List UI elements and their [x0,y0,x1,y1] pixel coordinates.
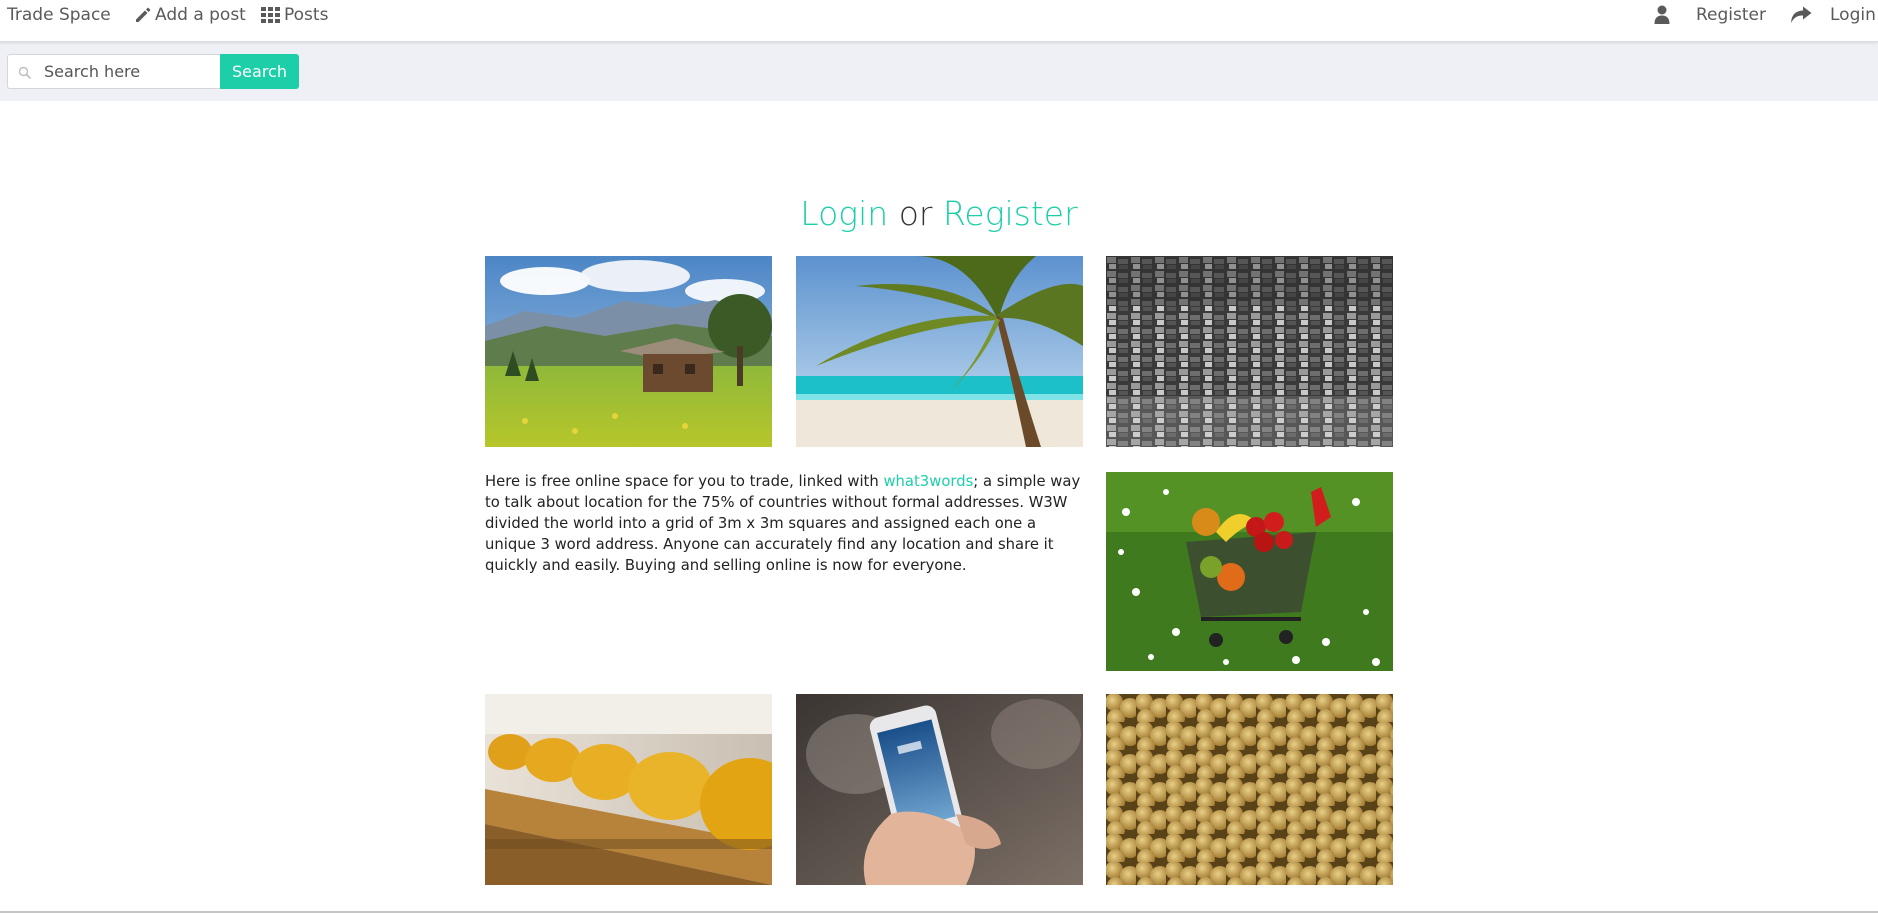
what3words-link[interactable]: what3words [883,473,973,490]
posts-label: Posts [284,5,329,25]
fruit-cart-photo [1106,472,1393,671]
site-description: Here is free online space for you to tra… [485,471,1083,576]
description-text-start: Here is free online space for you to tra… [485,473,884,490]
search-input[interactable] [44,55,216,88]
grid-icon [261,6,284,24]
top-navbar: Trade Space Add a post Posts Register Lo… [0,0,1878,42]
pencil-icon [134,6,155,24]
add-post-link[interactable]: Add a post [134,0,246,30]
share-arrow-icon [1790,6,1830,24]
register-link[interactable]: Register [1654,0,1766,30]
search-icon [18,65,32,84]
register-label: Register [1696,5,1766,25]
cheese-wheels-photo [485,694,772,885]
login-label: Login [1830,5,1876,25]
auth-heading: Login or Register [0,191,1878,237]
coins-pile-photo [1106,694,1393,885]
smartphone-hand-photo [796,694,1083,885]
heading-login-link[interactable]: Login [800,194,888,233]
city-hillside-photo [1106,256,1393,447]
posts-link[interactable]: Posts [261,0,328,30]
heading-connector: or [898,194,933,233]
search-strip: Search [0,42,1878,101]
add-post-label: Add a post [155,5,246,25]
search-box [7,54,221,89]
heading-register-link[interactable]: Register [943,194,1078,233]
search-button[interactable]: Search [220,54,299,89]
user-icon [1654,5,1696,25]
palm-beach-photo [796,256,1083,447]
mountain-cabin-photo [485,256,772,447]
login-link[interactable]: Login [1790,0,1876,30]
brand-link[interactable]: Trade Space [7,0,111,30]
